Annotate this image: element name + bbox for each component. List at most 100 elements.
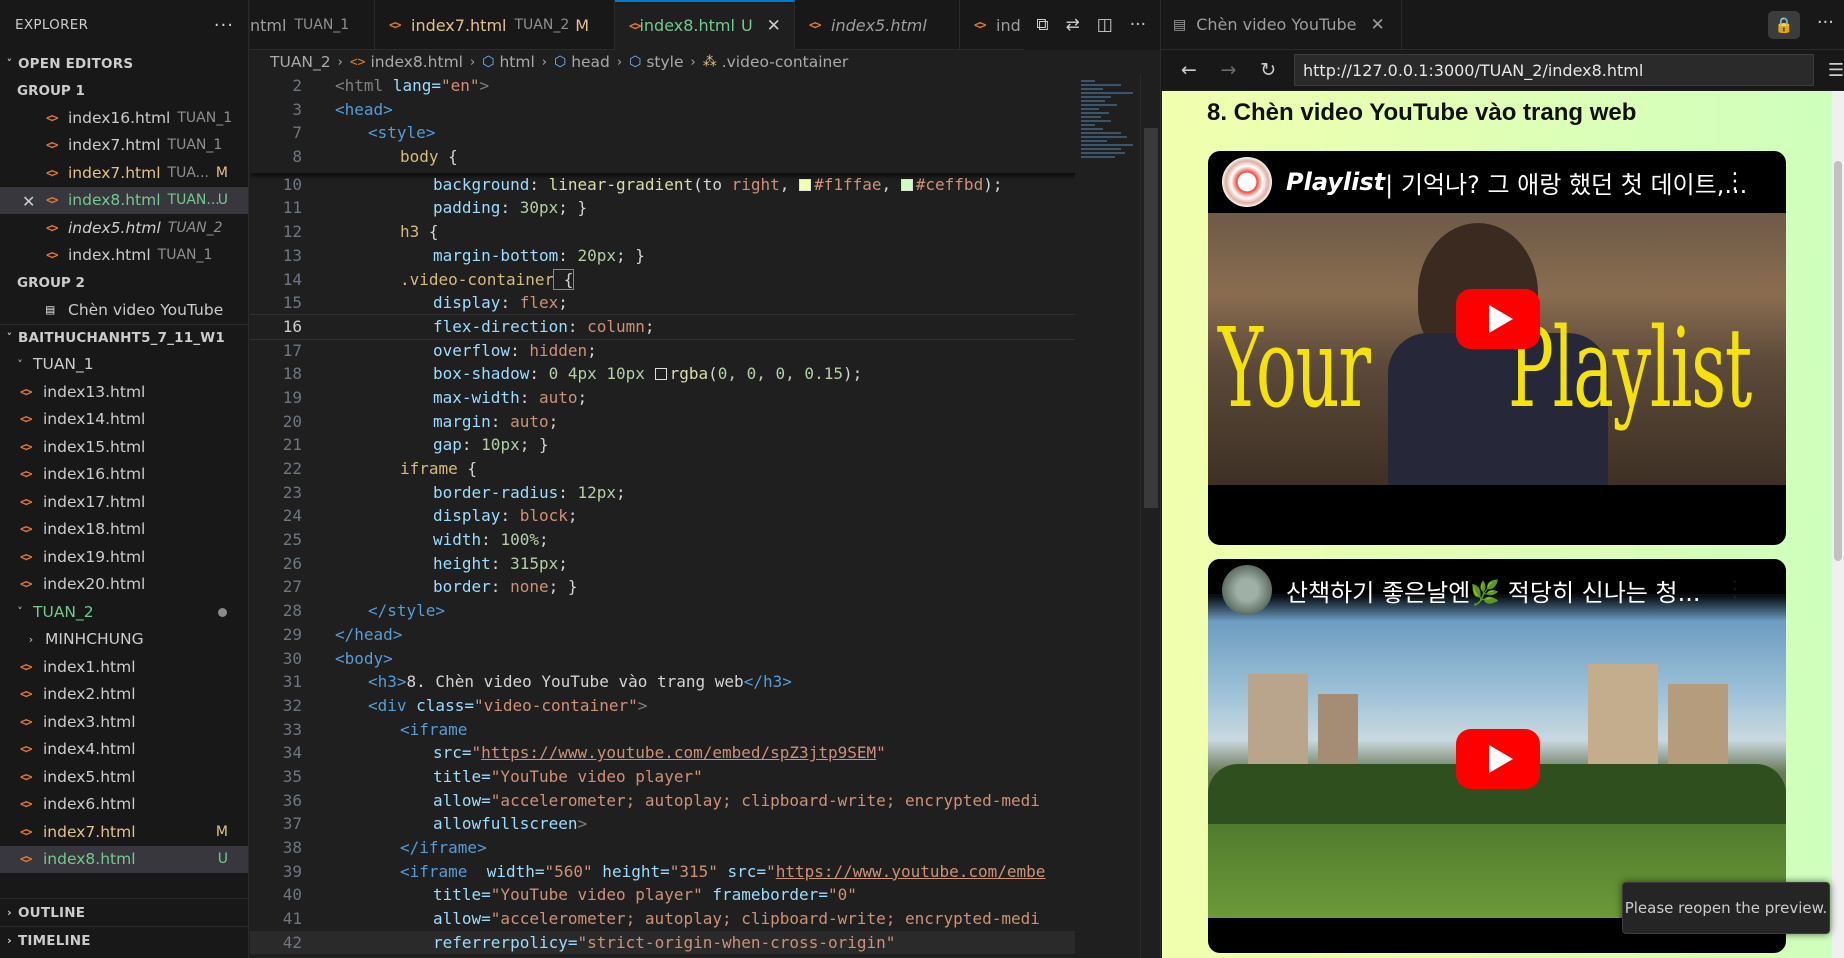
editor-tab-active[interactable]: <> index8.html U ✕ — [615, 0, 795, 50]
line-number: 32 — [282, 695, 302, 715]
color-swatch-icon[interactable] — [900, 178, 913, 191]
file-item[interactable]: <> index17.html — [0, 488, 248, 516]
file-item[interactable]: <> index13.html — [0, 378, 248, 406]
play-button[interactable] — [1456, 289, 1540, 349]
code-token: allowfullscreen — [433, 814, 578, 834]
minimap[interactable] — [1075, 74, 1140, 958]
code-token: <html lang="en"> — [335, 74, 489, 98]
group1-header[interactable]: GROUP 1 — [0, 77, 248, 104]
channel-avatar[interactable] — [1222, 565, 1272, 615]
html-file-icon: <> — [974, 18, 986, 32]
tuan1-file-list: <> index13.html <> index14.html <> index15.… — [0, 378, 248, 598]
code-token: <h3>8. Chèn video YouTube vào trang web<… — [368, 670, 792, 694]
file-item[interactable]: <> index1.html — [0, 653, 248, 681]
folder-tuan2[interactable]: ˅ TUAN_2 — [0, 598, 248, 626]
arrow-left-icon[interactable]: ← — [1169, 59, 1209, 81]
close-icon[interactable]: ✕ — [767, 16, 781, 36]
code-token: border: none; } — [433, 575, 578, 599]
tab-label: index8.html — [639, 16, 735, 35]
line-number: 16 — [282, 316, 302, 336]
youtube-embed-1[interactable]: Playlist | 기억나? 그 애랑 했던 첫 데이트,... ⋮ Your … — [1208, 151, 1786, 545]
open-editor-item[interactable]: <> index.html TUAN_1 — [0, 242, 248, 270]
reload-icon[interactable]: ↻ — [1248, 59, 1288, 81]
minimap-line — [1081, 104, 1117, 106]
file-item[interactable]: <> index18.html — [0, 516, 248, 544]
code-token: > — [577, 814, 588, 834]
file-item[interactable]: <> index3.html — [0, 708, 248, 736]
editor-tab[interactable]: <> index5.html — [795, 0, 960, 50]
vscode-window: EXPLORER ··· ˅ OPEN EDITORS GROUP 1 <> i… — [0, 0, 1844, 958]
file-item[interactable]: <> index19.html — [0, 543, 248, 571]
notification-toast[interactable]: Please reopen the preview. — [1622, 882, 1830, 934]
workspace-section[interactable]: ˅ BAITHUCHANHT5_7_11_W1 — [0, 323, 248, 351]
line-number: 37 — [282, 814, 302, 834]
file-item-active[interactable]: <> index8.html U — [0, 845, 248, 873]
open-editor-item[interactable]: <> index7.html TUA... M — [0, 159, 248, 187]
code-token: <iframe width="560" height="315" src="ht… — [400, 860, 1045, 884]
preview-scrollbar[interactable] — [1832, 91, 1844, 958]
channel-avatar[interactable] — [1222, 157, 1272, 207]
code-token: background — [433, 174, 530, 194]
compare-changes-icon[interactable]: ⇄ — [1065, 15, 1079, 35]
code-token: box-shadow — [433, 364, 530, 384]
editor-tab[interactable]: ntml TUAN_1 — [250, 0, 375, 50]
split-editor-icon[interactable]: ◫ — [1097, 15, 1113, 35]
code-token: "en" — [440, 76, 480, 95]
group1-label: GROUP 1 — [17, 82, 85, 99]
open-editor-item-active[interactable]: ✕ <> index8.html TUAN... U — [0, 186, 248, 214]
folder-tuan1[interactable]: ˅ TUAN_1 — [0, 351, 248, 379]
scrollbar-thumb[interactable] — [1834, 161, 1842, 561]
tab-label: index5.html — [831, 15, 927, 35]
play-button[interactable] — [1456, 729, 1540, 789]
file-item[interactable]: <> index7.html M — [0, 818, 248, 846]
open-editor-item[interactable]: <> index7.html TUAN_1 — [0, 132, 248, 160]
breadcrumb-item[interactable]: TUAN_2 — [270, 53, 331, 71]
code-token: #f1ffae — [814, 174, 882, 194]
code-token: : — [500, 293, 520, 313]
more-actions-icon[interactable]: ··· — [1130, 15, 1146, 35]
url-input[interactable]: http://127.0.0.1:3000/TUAN_2/index8.html — [1294, 54, 1814, 86]
breadcrumb-item[interactable]: style — [646, 53, 683, 71]
breadcrumb-item[interactable]: head — [571, 53, 610, 71]
color-swatch-icon[interactable] — [654, 368, 667, 381]
minimap-line — [1081, 112, 1109, 114]
file-item[interactable]: <> index16.html — [0, 461, 248, 489]
timeline-section[interactable]: › TIMELINE — [0, 926, 249, 954]
code-token: "accelerometer; autoplay; clipboard-writ… — [490, 909, 1040, 929]
hamburger-icon[interactable]: ☰ — [1828, 60, 1844, 81]
editor-scrollbar[interactable] — [1140, 74, 1160, 958]
preview-tab[interactable]: ▤ Chèn video YouTube ✕ — [1161, 0, 1402, 50]
file-item[interactable]: <> index4.html — [0, 736, 248, 764]
code-token: .video-container — [400, 269, 555, 289]
close-icon[interactable]: ✕ — [22, 192, 35, 211]
file-item[interactable]: <> index20.html — [0, 571, 248, 599]
color-swatch-icon[interactable] — [799, 178, 812, 191]
open-editor-name: index.html — [68, 246, 151, 265]
file-item[interactable]: <> index2.html — [0, 681, 248, 709]
open-preview-icon[interactable]: ⧉ — [1036, 15, 1048, 35]
editor-tab[interactable]: <> index7.html TUAN_2 M — [375, 0, 615, 50]
open-editor-item[interactable]: ▤ Chèn video YouTube — [0, 296, 248, 324]
file-item[interactable]: <> index6.html — [0, 791, 248, 819]
group2-header[interactable]: GROUP 2 — [0, 269, 248, 296]
more-actions-icon[interactable]: ··· — [1817, 12, 1834, 33]
file-item[interactable]: <> index5.html — [0, 763, 248, 791]
arrow-right-icon[interactable]: → — [1209, 59, 1249, 81]
open-editor-item[interactable]: <> index5.html TUAN_2 — [0, 214, 248, 242]
breadcrumb-item[interactable]: html — [499, 53, 534, 71]
more-actions-icon[interactable]: ··· — [214, 15, 234, 36]
breadcrumb-item[interactable]: .video-container — [722, 53, 849, 71]
code-token: margin: auto; — [433, 410, 558, 434]
file-item[interactable]: <> index14.html — [0, 406, 248, 434]
outline-section[interactable]: › OUTLINE — [0, 898, 249, 926]
file-item[interactable]: <> index15.html — [0, 433, 248, 461]
breadcrumb-item[interactable]: index8.html — [370, 53, 463, 71]
close-icon[interactable]: ✕ — [1370, 15, 1384, 35]
code-token: rgba — [669, 364, 709, 384]
open-editor-item[interactable]: <> index16.html TUAN_1 — [0, 104, 248, 132]
scrollbar-thumb[interactable] — [1144, 128, 1158, 508]
folder-minhchung[interactable]: › MINHCHUNG — [0, 626, 248, 654]
open-editors-label: OPEN EDITORS — [18, 55, 134, 72]
open-editors-section[interactable]: ˅ OPEN EDITORS — [0, 50, 248, 77]
lock-icon[interactable]: 🔒 — [1768, 11, 1800, 39]
